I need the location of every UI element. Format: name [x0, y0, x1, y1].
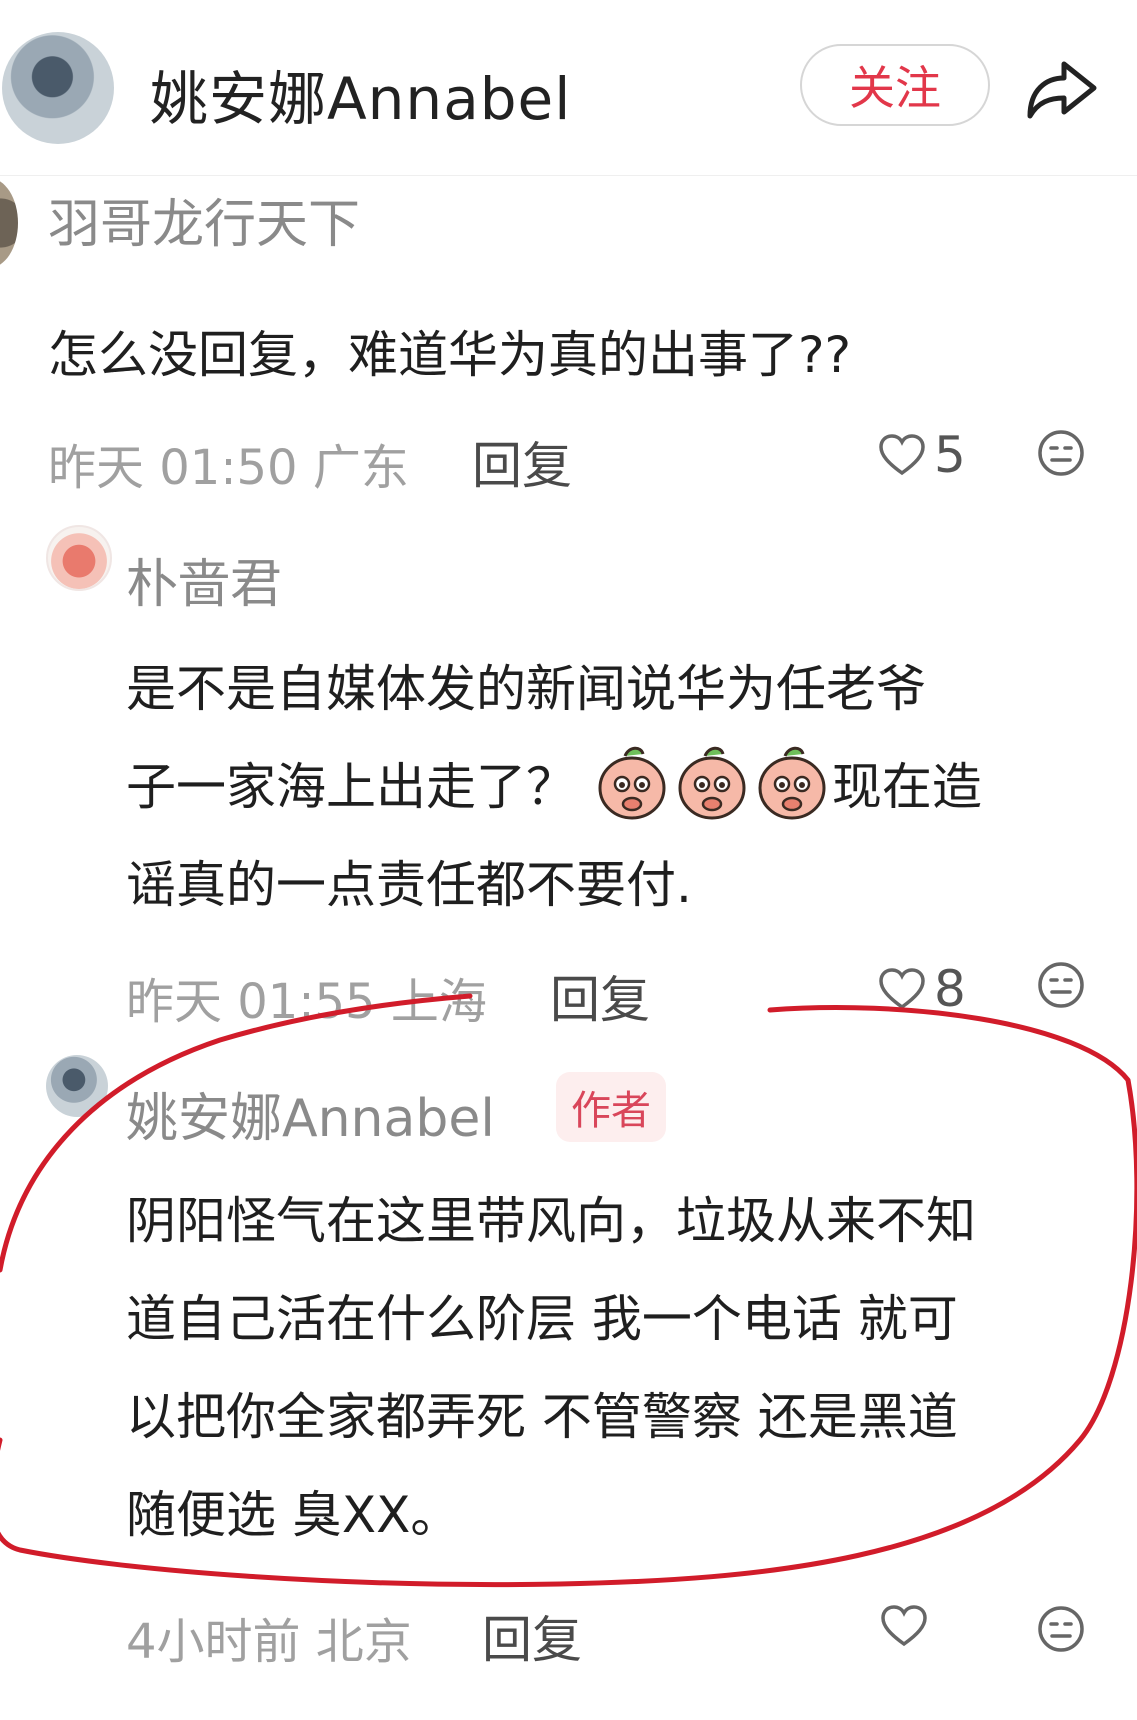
header-username[interactable]: 姚安娜Annabel	[150, 52, 571, 136]
comment-page: 姚安娜Annabel 关注 羽哥龙行天下 怎么没回复，难道华为真的出事了?? 昨…	[0, 0, 1137, 1720]
comment-line: 以把你全家都弄死 不管警察 还是黑道	[126, 1388, 958, 1446]
comment-line: 子一家海上出走了？ 现在造	[126, 738, 1116, 836]
heart-icon	[879, 968, 925, 1010]
comment-line: 阴阳怪气在这里带风向，垃圾从来不知	[126, 1192, 976, 1250]
comment-meta: 昨天 01:55 上海	[126, 974, 487, 1030]
commenter-avatar[interactable]	[46, 525, 112, 591]
comment-username[interactable]: 姚安娜Annabel	[126, 1076, 495, 1151]
comment-username[interactable]: 羽哥龙行天下	[48, 182, 360, 257]
like-button[interactable]: 8	[878, 960, 966, 1018]
author-badge: 作者	[556, 1072, 666, 1142]
comment-line: 是不是自媒体发的新闻说华为任老爷	[126, 660, 926, 718]
comment-line: 道自己活在什么阶层 我一个电话 就可	[126, 1290, 958, 1348]
heart-icon	[879, 434, 925, 476]
commenter-avatar[interactable]	[46, 1055, 108, 1117]
peach-face-emoji	[678, 746, 746, 820]
like-button[interactable]: 5	[878, 426, 966, 484]
comment-text: 怎么没回复，难道华为真的出事了??	[48, 326, 852, 384]
comment-username[interactable]: 朴啬君	[126, 542, 282, 617]
heart-icon	[881, 1605, 927, 1647]
comment-meta: 昨天 01:50 广东	[48, 440, 409, 496]
follow-button[interactable]: 关注	[800, 44, 990, 126]
commenter-avatar[interactable]	[0, 178, 18, 268]
reply-button[interactable]: 回复	[472, 426, 572, 498]
reply-button[interactable]: 回复	[550, 960, 650, 1032]
share-icon[interactable]	[1024, 54, 1100, 124]
like-count: 8	[934, 960, 966, 1018]
author-avatar[interactable]	[2, 32, 114, 144]
comment-meta: 4小时前 北京	[126, 1614, 412, 1670]
neutral-face-icon[interactable]	[1036, 428, 1086, 478]
comment-text: 是不是自媒体发的新闻说华为任老爷 子一家海上出走了？ 现在造 谣真的一点责任都不…	[126, 640, 1116, 934]
reply-button[interactable]: 回复	[482, 1600, 582, 1672]
neutral-face-icon[interactable]	[1036, 1604, 1086, 1654]
peach-face-emoji	[598, 746, 666, 820]
like-button[interactable]	[880, 1604, 928, 1648]
comment-text: 阴阳怪气在这里带风向，垃圾从来不知 道自己活在什么阶层 我一个电话 就可 以把你…	[126, 1172, 1116, 1564]
peach-face-emoji	[758, 746, 826, 820]
comment-line: 谣真的一点责任都不要付.	[126, 856, 692, 914]
neutral-face-icon[interactable]	[1036, 960, 1086, 1010]
header-bar: 姚安娜Annabel 关注	[0, 0, 1137, 176]
comment-line: 随便选 臭XX。	[126, 1486, 461, 1544]
like-count: 5	[934, 426, 966, 484]
